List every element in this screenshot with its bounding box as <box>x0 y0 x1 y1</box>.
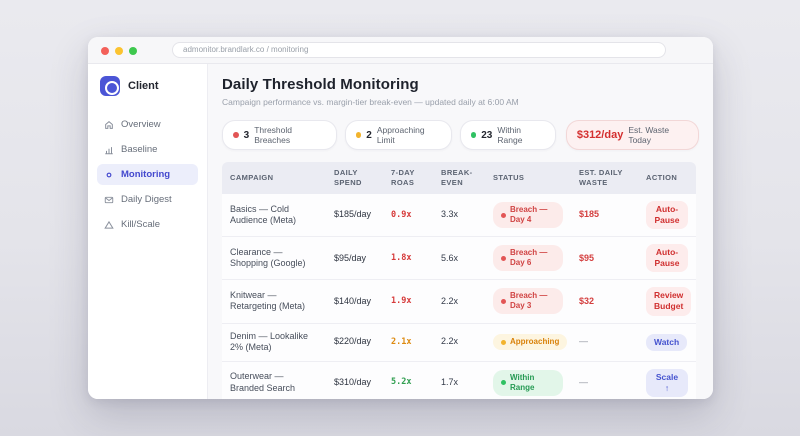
approaching-count: 2 <box>366 129 372 141</box>
red-dot-icon <box>233 132 239 138</box>
approaching-label: Approaching Limit <box>376 125 425 145</box>
brand-logo-icon <box>100 76 120 96</box>
col-roas: 7-Day ROAS <box>383 162 433 195</box>
col-daily-spend: Daily Spend <box>326 162 383 195</box>
browser-chrome: admonitor.brandlark.co / monitoring <box>88 37 713 64</box>
col-break-even: Break-Even <box>433 162 485 195</box>
table-row: Clearance — Shopping (Google) $95/day 1.… <box>222 236 696 281</box>
summary-badges: 3 Threshold Breaches 2 Approaching Limit… <box>222 120 699 150</box>
page-subtitle: Campaign performance vs. margin-tier bre… <box>222 97 519 107</box>
sidebar: Client Overview Baseline Monitoring Dail… <box>88 64 208 399</box>
status-badge: Breach — Day 6 <box>493 245 563 272</box>
campaign-name: Knitwear — Retargeting (Meta) <box>222 279 326 324</box>
campaign-name: Basics — Cold Audience (Meta) <box>222 194 326 238</box>
scale-up-button[interactable]: Scale ↑ <box>646 368 688 397</box>
breaches-count: 3 <box>243 129 250 141</box>
break-even-value: 2.2x <box>433 279 485 324</box>
status-badge: Breach — Day 4 <box>493 202 563 229</box>
roas-value: 2.1x <box>383 323 433 362</box>
bar-chart-icon <box>105 146 113 154</box>
zoom-button[interactable] <box>129 46 137 55</box>
status-badge: Within Range <box>493 369 563 396</box>
est-waste-value: $312/day <box>576 129 624 141</box>
daily-spend-value: $220/day <box>326 323 383 362</box>
table-row: Knitwear — Retargeting (Meta) $140/day 1… <box>222 279 696 324</box>
triangle-icon <box>104 220 114 229</box>
roas-value: 0.9x <box>383 194 433 238</box>
roas-value: 1.8x <box>383 236 433 281</box>
main-content: Daily Threshold Monitoring Campaign perf… <box>208 64 713 399</box>
col-campaign: Campaign <box>222 162 326 195</box>
close-button[interactable] <box>101 46 109 55</box>
status-dot-icon <box>501 298 506 304</box>
sidebar-item-label: Kill/Scale <box>121 219 161 230</box>
mail-icon <box>104 196 114 203</box>
minimize-button[interactable] <box>115 46 123 55</box>
sidebar-item-overview[interactable]: Overview <box>97 114 198 135</box>
sidebar-item-monitoring[interactable]: Monitoring <box>97 164 198 185</box>
campaign-name: Clearance — Shopping (Google) <box>222 236 326 281</box>
daily-spend-value: $140/day <box>326 279 383 324</box>
sidebar-item-label: Overview <box>121 119 161 130</box>
table-header-row: Campaign Daily Spend 7-Day ROAS Break-Ev… <box>222 162 696 195</box>
est-waste-cell: $32 <box>571 279 638 324</box>
est-waste-cell: — <box>571 361 638 399</box>
roas-value: 5.2x <box>383 361 433 399</box>
daily-spend-value: $310/day <box>326 361 383 399</box>
col-action: Action <box>638 162 696 195</box>
home-icon <box>105 120 113 129</box>
break-even-value: 1.7x <box>433 361 485 399</box>
campaign-name: Denim — Lookalike 2% (Meta) <box>222 323 326 362</box>
sidebar-item-label: Daily Digest <box>121 194 172 205</box>
status-badge: Breach — Day 3 <box>493 288 563 315</box>
amber-dot-icon <box>355 132 362 138</box>
green-dot-icon <box>470 132 477 138</box>
table-row: Denim — Lookalike 2% (Meta) $220/day 2.1… <box>222 323 696 362</box>
sidebar-item-label: Monitoring <box>121 169 171 180</box>
page-title: Daily Threshold Monitoring <box>222 76 419 93</box>
auto-pause-button[interactable]: Auto-Pause <box>646 244 688 273</box>
sidebar-item-baseline[interactable]: Baseline <box>97 139 198 160</box>
breaches-label: Threshold Breaches <box>254 125 293 145</box>
within-range-badge: 23 Within Range <box>459 120 556 150</box>
within-range-count: 23 <box>481 129 493 141</box>
daily-spend-value: $95/day <box>326 236 383 281</box>
brand-name: Client <box>128 80 159 92</box>
window-controls <box>101 46 137 55</box>
daily-spend-value: $185/day <box>326 194 383 238</box>
break-even-value: 3.3x <box>433 194 485 238</box>
est-waste-badge: $312/day Est. Waste Today <box>565 120 699 150</box>
dot-icon <box>106 172 112 177</box>
est-waste-label: Est. Waste Today <box>628 125 670 145</box>
breaches-badge: 3 Threshold Breaches <box>222 120 337 150</box>
roas-value: 1.9x <box>383 279 433 324</box>
brand: Client <box>97 74 198 98</box>
status-badge: Approaching <box>493 334 568 351</box>
col-status: Status <box>485 162 571 195</box>
auto-pause-button[interactable]: Auto-Pause <box>646 201 688 230</box>
break-even-value: 5.6x <box>433 236 485 281</box>
est-waste-cell: $95 <box>571 236 638 281</box>
status-dot-icon <box>501 212 506 218</box>
within-range-label: Within Range <box>497 125 523 145</box>
watch-button[interactable]: Watch <box>646 333 688 351</box>
sidebar-item-label: Baseline <box>121 144 158 155</box>
review-budget-button[interactable]: Review Budget <box>646 287 692 316</box>
sidebar-item-kill-scale[interactable]: Kill/Scale <box>97 214 198 235</box>
est-waste-cell: — <box>571 323 638 362</box>
status-dot-icon <box>501 380 506 386</box>
status-dot-icon <box>501 255 506 261</box>
campaign-name: Outerwear — Branded Search <box>222 361 326 399</box>
break-even-value: 2.2x <box>433 323 485 362</box>
browser-window: admonitor.brandlark.co / monitoring Clie… <box>88 37 713 399</box>
status-dot-icon <box>501 339 506 345</box>
table-row: Basics — Cold Audience (Meta) $185/day 0… <box>222 194 696 238</box>
est-waste-cell: $185 <box>571 194 638 238</box>
col-est-waste: Est. Daily Waste <box>571 162 638 195</box>
approaching-badge: 2 Approaching Limit <box>344 120 452 150</box>
table-row: Outerwear — Branded Search $310/day 5.2x… <box>222 361 696 399</box>
monitoring-table: Campaign Daily Spend 7-Day ROAS Break-Ev… <box>222 162 696 399</box>
sidebar-item-daily-digest[interactable]: Daily Digest <box>97 189 198 210</box>
url-bar[interactable]: admonitor.brandlark.co / monitoring <box>172 42 666 58</box>
